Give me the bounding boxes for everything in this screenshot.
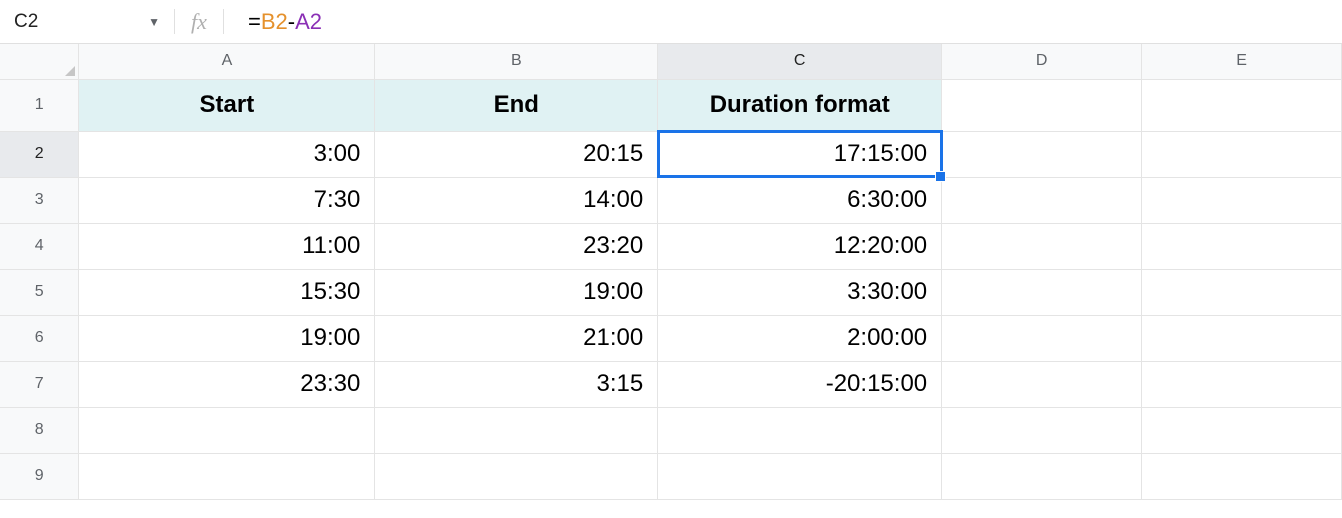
cell-a7[interactable]: 23:30: [79, 361, 375, 407]
cell-b4[interactable]: 23:20: [375, 223, 658, 269]
cell-b5[interactable]: 19:00: [375, 269, 658, 315]
cell-a6[interactable]: 19:00: [79, 315, 375, 361]
cell-a1[interactable]: Start: [79, 79, 375, 131]
cell-c7[interactable]: -20:15:00: [658, 361, 942, 407]
cell-c2[interactable]: 17:15:00: [658, 131, 942, 177]
cell-d8[interactable]: [942, 407, 1142, 453]
cell-e7[interactable]: [1142, 361, 1342, 407]
cell-d7[interactable]: [942, 361, 1142, 407]
select-all-corner[interactable]: [0, 44, 79, 79]
cell-d6[interactable]: [942, 315, 1142, 361]
row-header-4[interactable]: 4: [0, 223, 79, 269]
cell-d5[interactable]: [942, 269, 1142, 315]
cell-e9[interactable]: [1142, 453, 1342, 499]
spreadsheet-grid[interactable]: A B C D E 1 Start End Duration format 2 …: [0, 44, 1342, 500]
cell-e8[interactable]: [1142, 407, 1342, 453]
cell-a2[interactable]: 3:00: [79, 131, 375, 177]
cell-a5[interactable]: 15:30: [79, 269, 375, 315]
cell-c6[interactable]: 2:00:00: [658, 315, 942, 361]
name-box-value: C2: [14, 11, 38, 33]
row-header-6[interactable]: 6: [0, 315, 79, 361]
divider: [174, 9, 175, 35]
cell-b7[interactable]: 3:15: [375, 361, 658, 407]
formula-input[interactable]: =B2-A2: [228, 9, 1342, 35]
col-header-d[interactable]: D: [942, 44, 1142, 79]
cell-d2[interactable]: [942, 131, 1142, 177]
cell-b1[interactable]: End: [375, 79, 658, 131]
row-header-1[interactable]: 1: [0, 79, 79, 131]
cell-e5[interactable]: [1142, 269, 1342, 315]
cell-e3[interactable]: [1142, 177, 1342, 223]
cell-c9[interactable]: [658, 453, 942, 499]
col-header-c[interactable]: C: [658, 44, 942, 79]
cell-a9[interactable]: [79, 453, 375, 499]
cell-c5[interactable]: 3:30:00: [658, 269, 942, 315]
cell-b6[interactable]: 21:00: [375, 315, 658, 361]
row-header-7[interactable]: 7: [0, 361, 79, 407]
cell-e4[interactable]: [1142, 223, 1342, 269]
cell-e1[interactable]: [1142, 79, 1342, 131]
cell-a8[interactable]: [79, 407, 375, 453]
cell-c3[interactable]: 6:30:00: [658, 177, 942, 223]
col-header-e[interactable]: E: [1142, 44, 1342, 79]
fx-icon: fx: [179, 9, 219, 35]
row-header-2[interactable]: 2: [0, 131, 79, 177]
row-header-5[interactable]: 5: [0, 269, 79, 315]
formula-bar: C2 ▼ fx =B2-A2: [0, 0, 1342, 44]
cell-c1[interactable]: Duration format: [658, 79, 942, 131]
cell-b8[interactable]: [375, 407, 658, 453]
row-header-8[interactable]: 8: [0, 407, 79, 453]
col-header-b[interactable]: B: [375, 44, 658, 79]
formula-eq: =: [248, 9, 261, 34]
cell-b9[interactable]: [375, 453, 658, 499]
cell-b2[interactable]: 20:15: [375, 131, 658, 177]
cell-a4[interactable]: 11:00: [79, 223, 375, 269]
cell-d4[interactable]: [942, 223, 1142, 269]
divider: [223, 9, 224, 35]
formula-op: -: [288, 9, 295, 34]
cell-b3[interactable]: 14:00: [375, 177, 658, 223]
formula-ref-b2: B2: [261, 9, 288, 34]
col-header-a[interactable]: A: [79, 44, 375, 79]
row-header-9[interactable]: 9: [0, 453, 79, 499]
name-box[interactable]: C2 ▼: [0, 0, 170, 43]
row-header-3[interactable]: 3: [0, 177, 79, 223]
cell-d9[interactable]: [942, 453, 1142, 499]
formula-ref-a2: A2: [295, 9, 322, 34]
cell-d3[interactable]: [942, 177, 1142, 223]
cell-d1[interactable]: [942, 79, 1142, 131]
cell-c8[interactable]: [658, 407, 942, 453]
cell-a3[interactable]: 7:30: [79, 177, 375, 223]
chevron-down-icon[interactable]: ▼: [148, 15, 160, 29]
cell-c4[interactable]: 12:20:00: [658, 223, 942, 269]
cell-e6[interactable]: [1142, 315, 1342, 361]
cell-e2[interactable]: [1142, 131, 1342, 177]
